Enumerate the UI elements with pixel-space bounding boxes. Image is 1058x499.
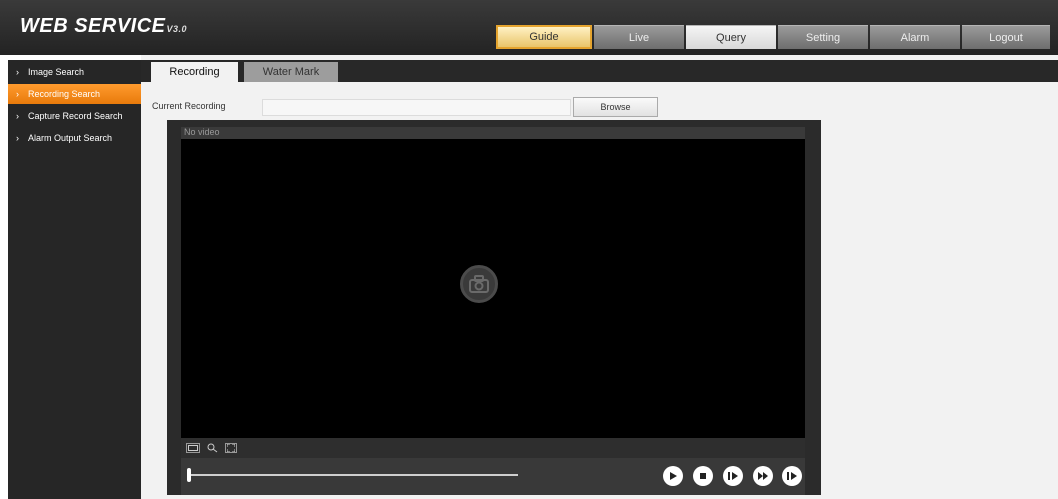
next-frame-icon[interactable] <box>782 466 802 486</box>
sidebar-item-label: Capture Record Search <box>28 111 123 121</box>
tab-guide[interactable]: Guide <box>496 25 592 49</box>
sidebar-item-alarm-output-search[interactable]: › Alarm Output Search <box>8 128 141 148</box>
play-icon[interactable] <box>663 466 683 486</box>
sidebar-item-image-search[interactable]: › Image Search <box>8 62 141 82</box>
app-title: WEB SERVICE <box>20 15 166 37</box>
sub-tab-bar: Recording Water Mark <box>141 60 1058 82</box>
chevron-right-icon: › <box>16 89 19 99</box>
no-camera-icon <box>460 265 498 303</box>
sidebar: › Image Search › Recording Search › Capt… <box>8 60 141 499</box>
zoom-icon[interactable] <box>206 443 220 453</box>
sidebar-item-capture-record-search[interactable]: › Capture Record Search <box>8 106 141 126</box>
chevron-right-icon: › <box>16 67 19 77</box>
video-player: No video <box>167 120 821 495</box>
sidebar-item-label: Alarm Output Search <box>28 133 113 143</box>
tab-water-mark[interactable]: Water Mark <box>244 62 338 82</box>
current-recording-field[interactable] <box>262 99 571 116</box>
top-header: WEB SERVICEV3.0 Guide Live Query Setting… <box>0 0 1058 55</box>
current-recording-label: Current Recording <box>152 101 226 111</box>
chevron-right-icon: › <box>16 111 19 121</box>
main-nav: Guide Live Query Setting Alarm Logout <box>496 25 1050 49</box>
sidebar-item-label: Image Search <box>28 67 85 77</box>
aspect-ratio-icon[interactable] <box>186 443 200 453</box>
video-area <box>181 139 805 438</box>
stop-icon[interactable] <box>693 466 713 486</box>
video-status-bar: No video <box>181 127 805 139</box>
playback-controls <box>181 458 805 495</box>
tab-query[interactable]: Query <box>686 25 776 49</box>
app-version: V3.0 <box>166 24 188 34</box>
logout-button[interactable]: Logout <box>962 25 1050 49</box>
sidebar-item-label: Recording Search <box>28 89 101 99</box>
tab-setting[interactable]: Setting <box>778 25 868 49</box>
slow-play-icon[interactable] <box>723 466 743 486</box>
sidebar-item-recording-search[interactable]: › Recording Search <box>8 84 141 104</box>
player-toolbar <box>181 438 805 458</box>
browse-button[interactable]: Browse <box>573 97 658 117</box>
video-status-text: No video <box>184 127 220 137</box>
fast-forward-icon[interactable] <box>753 466 773 486</box>
tab-alarm[interactable]: Alarm <box>870 25 960 49</box>
tab-recording[interactable]: Recording <box>151 62 238 82</box>
app-logo: WEB SERVICEV3.0 <box>20 15 187 38</box>
progress-track[interactable] <box>188 474 518 476</box>
chevron-right-icon: › <box>16 133 19 143</box>
fullscreen-icon[interactable] <box>225 443 237 453</box>
main-panel: Recording Water Mark Current Recording B… <box>141 55 1058 499</box>
tab-live[interactable]: Live <box>594 25 684 49</box>
progress-handle[interactable] <box>187 468 191 482</box>
